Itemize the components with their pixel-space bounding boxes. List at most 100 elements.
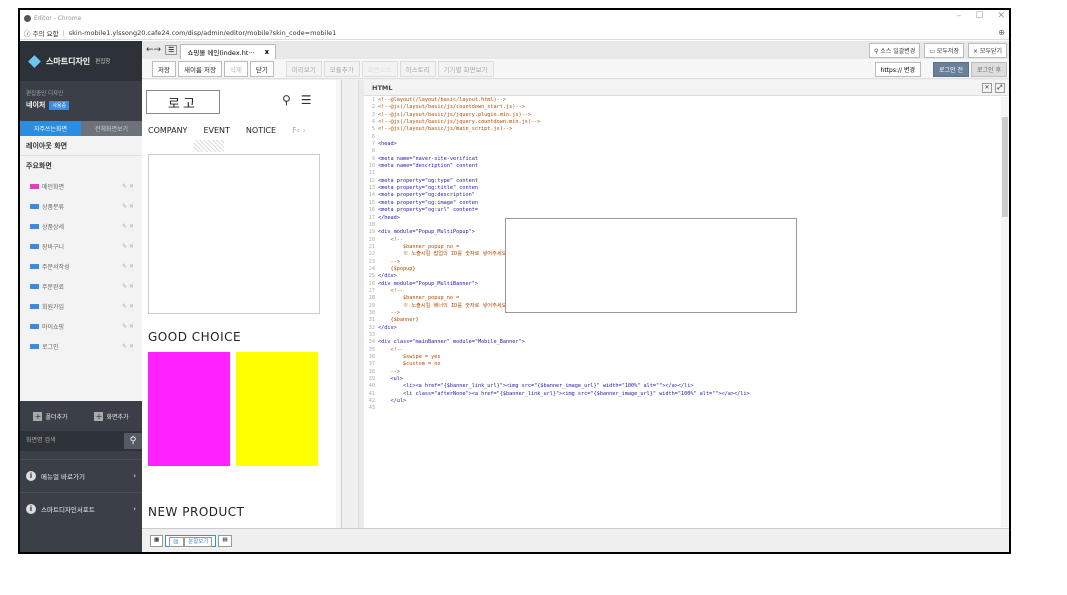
edit-delete-icon[interactable]: ✎✕ bbox=[122, 323, 136, 330]
nav-arrows-icon[interactable]: ←→ bbox=[142, 45, 165, 55]
code-line[interactable]: 13 <meta property="og:title" conten bbox=[364, 185, 1001, 192]
source-change-button[interactable]: ⚲ 소스 일괄변경 bbox=[868, 43, 921, 58]
edit-delete-icon[interactable]: ✎✕ bbox=[122, 243, 136, 250]
file-tab[interactable]: 쇼핑몰 메인(index.ht··· x bbox=[180, 44, 277, 59]
sidebar-item[interactable]: 메인화면 ✎✕ bbox=[20, 176, 142, 196]
grid-view-icon[interactable]: ▦ bbox=[150, 535, 164, 547]
preview-scrollbar[interactable] bbox=[336, 80, 341, 528]
collapse-icon[interactable]: ✕ bbox=[982, 82, 992, 93]
code-line[interactable]: 38 --> bbox=[364, 369, 1001, 376]
edit-delete-icon[interactable]: ✎✕ bbox=[122, 343, 136, 350]
code-line[interactable]: 6 bbox=[364, 134, 1001, 141]
sidebar-item[interactable]: 로그인 ✎✕ bbox=[20, 336, 142, 356]
delete-button[interactable]: 삭제 bbox=[223, 60, 248, 77]
code-line[interactable]: 16 <meta property="og:url" content= bbox=[364, 207, 1001, 214]
code-line[interactable]: 2 <!--@js(/layout/basic/js/countdown_star… bbox=[364, 104, 1001, 111]
login-before-button[interactable]: 로그인 전 bbox=[933, 62, 969, 77]
close-button[interactable]: 닫기 bbox=[249, 60, 274, 77]
url-text[interactable]: skin-mobile1.ylssong20.cafe24.com/disp/a… bbox=[69, 29, 337, 37]
edit-delete-icon[interactable]: ✎✕ bbox=[122, 223, 136, 230]
nav-item[interactable]: EVENT bbox=[203, 126, 229, 135]
code-line[interactable]: 4 <!--@js(/layout/basic/js/jquery.countdo… bbox=[364, 119, 1001, 126]
edit-delete-icon[interactable]: ✎✕ bbox=[122, 203, 136, 210]
section-layout[interactable]: 레이아웃 화면 bbox=[20, 136, 142, 156]
code-line[interactable]: 14 <meta property="og:description" bbox=[364, 192, 1001, 199]
address-bar[interactable]: ⓘ 주의 요함 | skin-mobile1.ylssong20.cafe24.… bbox=[20, 27, 1009, 40]
code-line[interactable]: 35 <!-- bbox=[364, 347, 1001, 354]
code-line[interactable]: 32 </div> bbox=[364, 325, 1001, 332]
edit-delete-icon[interactable]: ✎✕ bbox=[122, 303, 136, 310]
preview-button[interactable]: 미리보기 bbox=[285, 60, 322, 77]
save-as-button[interactable]: 새이름 저장 bbox=[177, 60, 222, 77]
code-line[interactable]: 15 <meta property="og:image" conten bbox=[364, 200, 1001, 207]
code-line[interactable]: 8 bbox=[364, 148, 1001, 155]
nav-item[interactable]: NOTICE bbox=[246, 126, 276, 135]
line-text: <meta property="og:url" content= bbox=[378, 207, 478, 214]
close-all-button[interactable]: × 모두닫기 bbox=[967, 43, 1007, 58]
code-line[interactable]: 43 bbox=[364, 405, 1001, 412]
code-line[interactable]: 34 <div class="mainBanner" module="Mobile… bbox=[364, 339, 1001, 346]
code-line[interactable]: 42 </ul> bbox=[364, 398, 1001, 405]
edit-delete-icon[interactable]: ✎✕ bbox=[122, 283, 136, 290]
sidebar-item[interactable]: 회원가입 ✎✕ bbox=[20, 296, 142, 316]
close-window-button[interactable]: ✕ bbox=[997, 11, 1005, 21]
code-line[interactable]: 1 <!--@layout(/layout/basic/layout.html)-… bbox=[364, 97, 1001, 104]
code-line[interactable]: 7 <head> bbox=[364, 141, 1001, 148]
tab-all[interactable]: 전체화면보기 bbox=[81, 121, 142, 136]
code-line[interactable]: 33 bbox=[364, 332, 1001, 339]
save-button[interactable]: 저장 bbox=[152, 60, 176, 77]
add-screen-button[interactable]: + 화면추가 bbox=[94, 411, 129, 421]
login-after-button[interactable]: 로그인 후 bbox=[971, 62, 1007, 77]
code-line[interactable]: 10 <meta name="description" content bbox=[364, 163, 1001, 170]
menu-icon[interactable]: ☰ bbox=[301, 93, 312, 107]
save-all-button[interactable]: ▭ 모두저장 bbox=[924, 43, 964, 58]
code-line[interactable]: 40 <li><a href="{$banner_link_url}"><img… bbox=[364, 383, 1001, 390]
edit-delete-icon[interactable]: ✎✕ bbox=[122, 183, 136, 190]
sidebar-item[interactable]: 주문완료 ✎✕ bbox=[20, 276, 142, 296]
preview-logo[interactable]: 로고 bbox=[146, 90, 220, 114]
nav-item[interactable]: F‹ › bbox=[292, 126, 306, 135]
split-view-button[interactable]: ▥ 분할보기 bbox=[165, 535, 217, 547]
nav-item[interactable]: COMPANY bbox=[148, 126, 187, 135]
history-button[interactable]: 히스토리 bbox=[399, 60, 436, 77]
code-line[interactable]: 3 <!--@js(/layout/basic/js/jquery.plugin.… bbox=[364, 112, 1001, 119]
product-image[interactable] bbox=[236, 352, 318, 466]
minimize-button[interactable]: – bbox=[957, 11, 962, 21]
editor-scrollbar[interactable] bbox=[1001, 97, 1009, 527]
security-indicator[interactable]: ⓘ 주의 요함 bbox=[24, 28, 59, 38]
sidebar-item[interactable]: 마이쇼핑 ✎✕ bbox=[20, 316, 142, 336]
add-folder-button[interactable]: + 폴더추가 bbox=[33, 411, 68, 421]
module-add-button[interactable]: 모듈추가 bbox=[323, 60, 360, 77]
search-icon[interactable]: ⚲ bbox=[282, 93, 291, 107]
code-view-icon[interactable]: ▤ bbox=[218, 535, 232, 547]
editor-scroll-thumb[interactable] bbox=[1002, 117, 1008, 217]
code-line[interactable]: 37 $custom = no bbox=[364, 361, 1001, 368]
product-image[interactable] bbox=[148, 352, 230, 466]
code-line[interactable]: 11 bbox=[364, 170, 1001, 177]
expand-icon[interactable]: ⤢ bbox=[995, 82, 1005, 93]
support-link[interactable]: i 스마트디자인서포트 › bbox=[20, 492, 142, 525]
device-view-button[interactable]: 기기별 화면보기 bbox=[437, 60, 494, 77]
zoom-icon[interactable]: ⊕ bbox=[998, 28, 1005, 37]
screen-source-button[interactable]: 화면소스 bbox=[361, 60, 398, 77]
edit-delete-icon[interactable]: ✎✕ bbox=[122, 263, 136, 270]
code-line[interactable]: 31 {$banner} bbox=[364, 317, 1001, 324]
search-input[interactable]: 화면명 검색 bbox=[20, 433, 124, 449]
https-change-button[interactable]: https:// 변경 bbox=[874, 62, 921, 77]
code-line[interactable]: 41 <li class="afterNone"><a href="{$bann… bbox=[364, 391, 1001, 398]
maximize-button[interactable]: ☐ bbox=[975, 11, 983, 21]
tab-frequent[interactable]: 자주쓰는화면 bbox=[20, 121, 81, 136]
code-line[interactable]: 39 <ul> bbox=[364, 376, 1001, 383]
manual-link[interactable]: i 메뉴얼 바로가기 › bbox=[20, 459, 142, 492]
sidebar-item[interactable]: 주문서작성 ✎✕ bbox=[20, 256, 142, 276]
search-button[interactable]: ⚲ bbox=[124, 433, 142, 449]
sidebar-item[interactable]: 상품분류 ✎✕ bbox=[20, 196, 142, 216]
sidebar-item[interactable]: 장바구니 ✎✕ bbox=[20, 236, 142, 256]
code-line[interactable]: 36 $swipe = yes bbox=[364, 354, 1001, 361]
code-line[interactable]: 9 <meta name="naver-site-verificat bbox=[364, 156, 1001, 163]
close-tab-button[interactable]: x bbox=[265, 48, 270, 56]
tab-list-icon[interactable]: ☰ bbox=[165, 45, 178, 55]
code-line[interactable]: 5 <!--@js(/layout/basic/js/main_script.js… bbox=[364, 126, 1001, 133]
sidebar-item[interactable]: 상품상세 ✎✕ bbox=[20, 216, 142, 236]
code-line[interactable]: 12 <meta property="og:type" content bbox=[364, 178, 1001, 185]
